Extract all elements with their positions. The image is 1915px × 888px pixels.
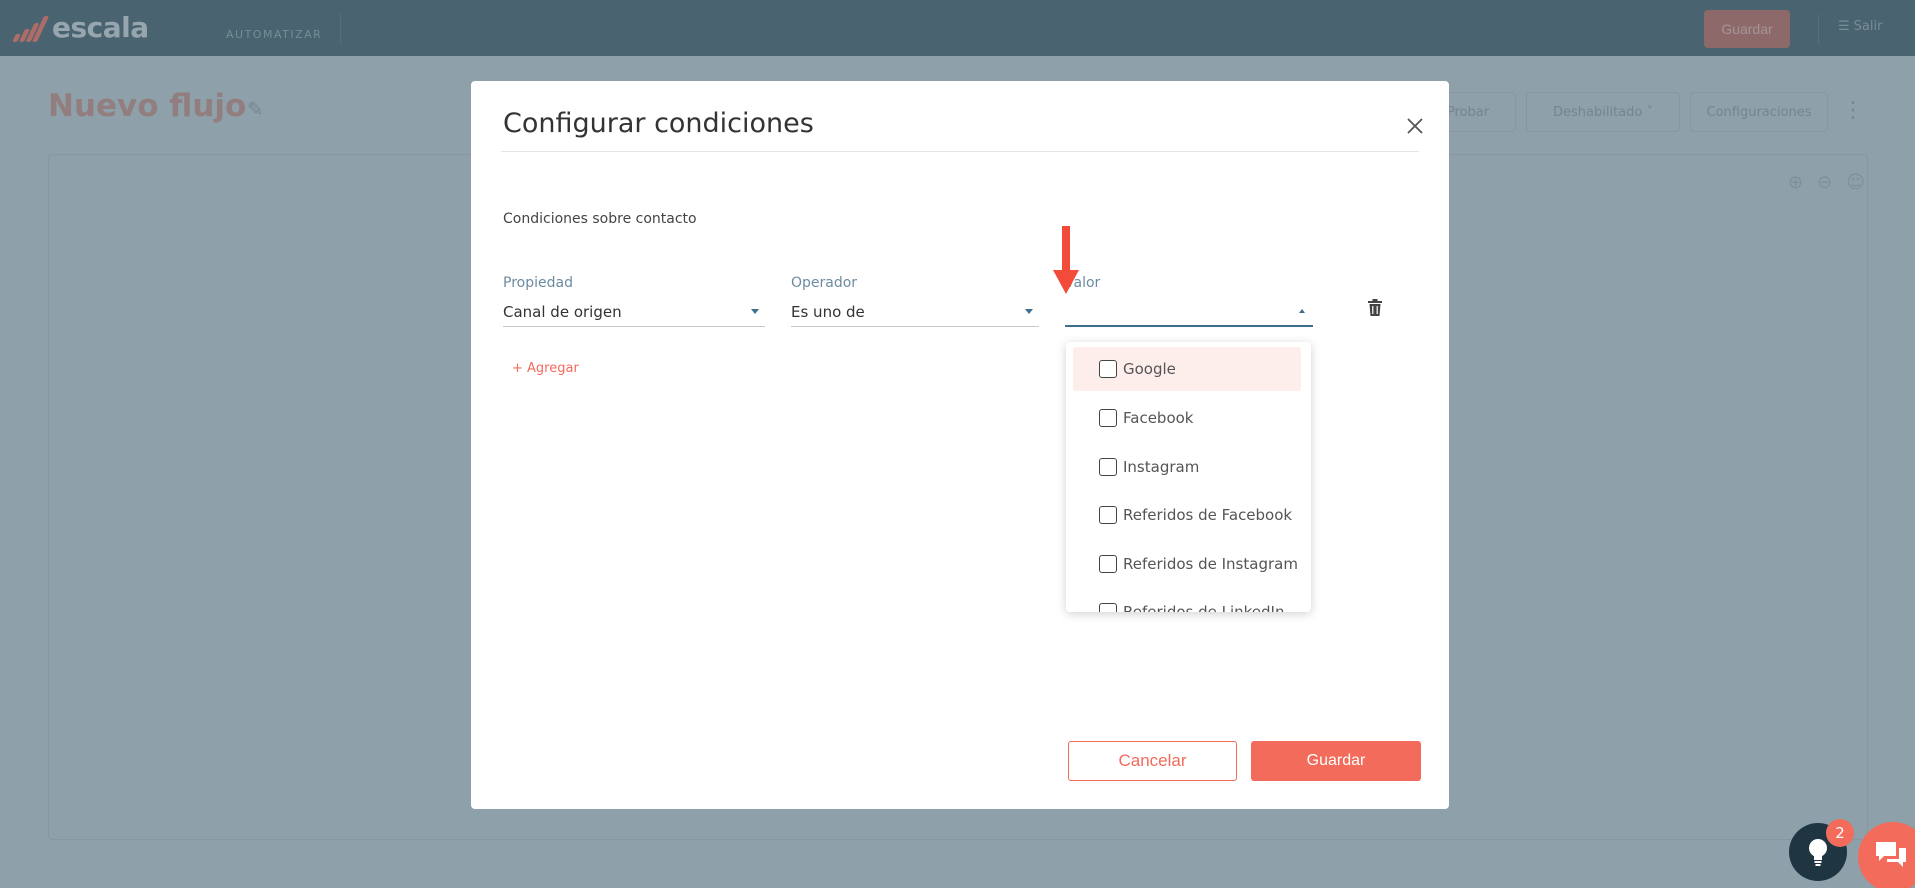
caret-up-icon [1299, 309, 1305, 313]
option-label: Instagram [1123, 458, 1200, 476]
value-label: Valor [1065, 275, 1101, 291]
annotation-arrow-icon [1053, 226, 1079, 294]
option-label: Referidos de Facebook [1123, 506, 1293, 524]
option-referidos-facebook[interactable]: Referidos de Facebook [1073, 493, 1301, 537]
lightbulb-icon [1809, 839, 1827, 866]
checkbox[interactable] [1099, 409, 1117, 427]
operator-field: Operador Es uno de [791, 275, 1039, 335]
caret-down-icon [751, 309, 759, 314]
property-field: Propiedad Canal de origen [503, 275, 765, 335]
tips-count-badge: 2 [1826, 819, 1854, 847]
property-value: Canal de origen [503, 302, 622, 321]
option-referidos-linkedin[interactable]: Referidos de LinkedIn [1073, 590, 1301, 612]
close-icon[interactable] [1400, 111, 1430, 141]
add-condition-link[interactable]: + Agregar [512, 361, 579, 376]
checkbox[interactable] [1099, 458, 1117, 476]
option-label: Referidos de Instagram [1123, 555, 1298, 573]
option-instagram[interactable]: Instagram [1073, 445, 1301, 489]
operator-select[interactable]: Es uno de [791, 297, 1039, 327]
value-field: Valor [1065, 275, 1313, 335]
option-label: Facebook [1123, 409, 1194, 427]
checkbox[interactable] [1099, 360, 1117, 378]
operator-label: Operador [791, 275, 858, 291]
cancel-button[interactable]: Cancelar [1068, 741, 1237, 781]
checkbox[interactable] [1099, 506, 1117, 524]
option-referidos-instagram[interactable]: Referidos de Instagram [1073, 542, 1301, 586]
property-select[interactable]: Canal de origen [503, 297, 765, 327]
option-label: Referidos de LinkedIn [1123, 603, 1285, 612]
caret-down-icon [1025, 309, 1033, 314]
checkbox[interactable] [1099, 555, 1117, 573]
option-google[interactable]: Google [1073, 347, 1301, 391]
save-button[interactable]: Guardar [1251, 741, 1421, 781]
option-label: Google [1123, 360, 1176, 378]
chat-bubbles-icon [1876, 842, 1906, 867]
section-label: Condiciones sobre contacto [503, 211, 697, 227]
property-label: Propiedad [503, 275, 573, 291]
checkbox[interactable] [1099, 603, 1117, 612]
modal-divider [501, 151, 1419, 152]
option-facebook[interactable]: Facebook [1073, 396, 1301, 440]
delete-condition-trash-icon[interactable] [1364, 296, 1386, 318]
value-dropdown-menu: Google Facebook Instagram Referidos de F… [1066, 342, 1311, 612]
modal-title: Configurar condiciones [503, 108, 814, 139]
value-select[interactable] [1065, 297, 1313, 327]
operator-value: Es uno de [791, 302, 865, 321]
